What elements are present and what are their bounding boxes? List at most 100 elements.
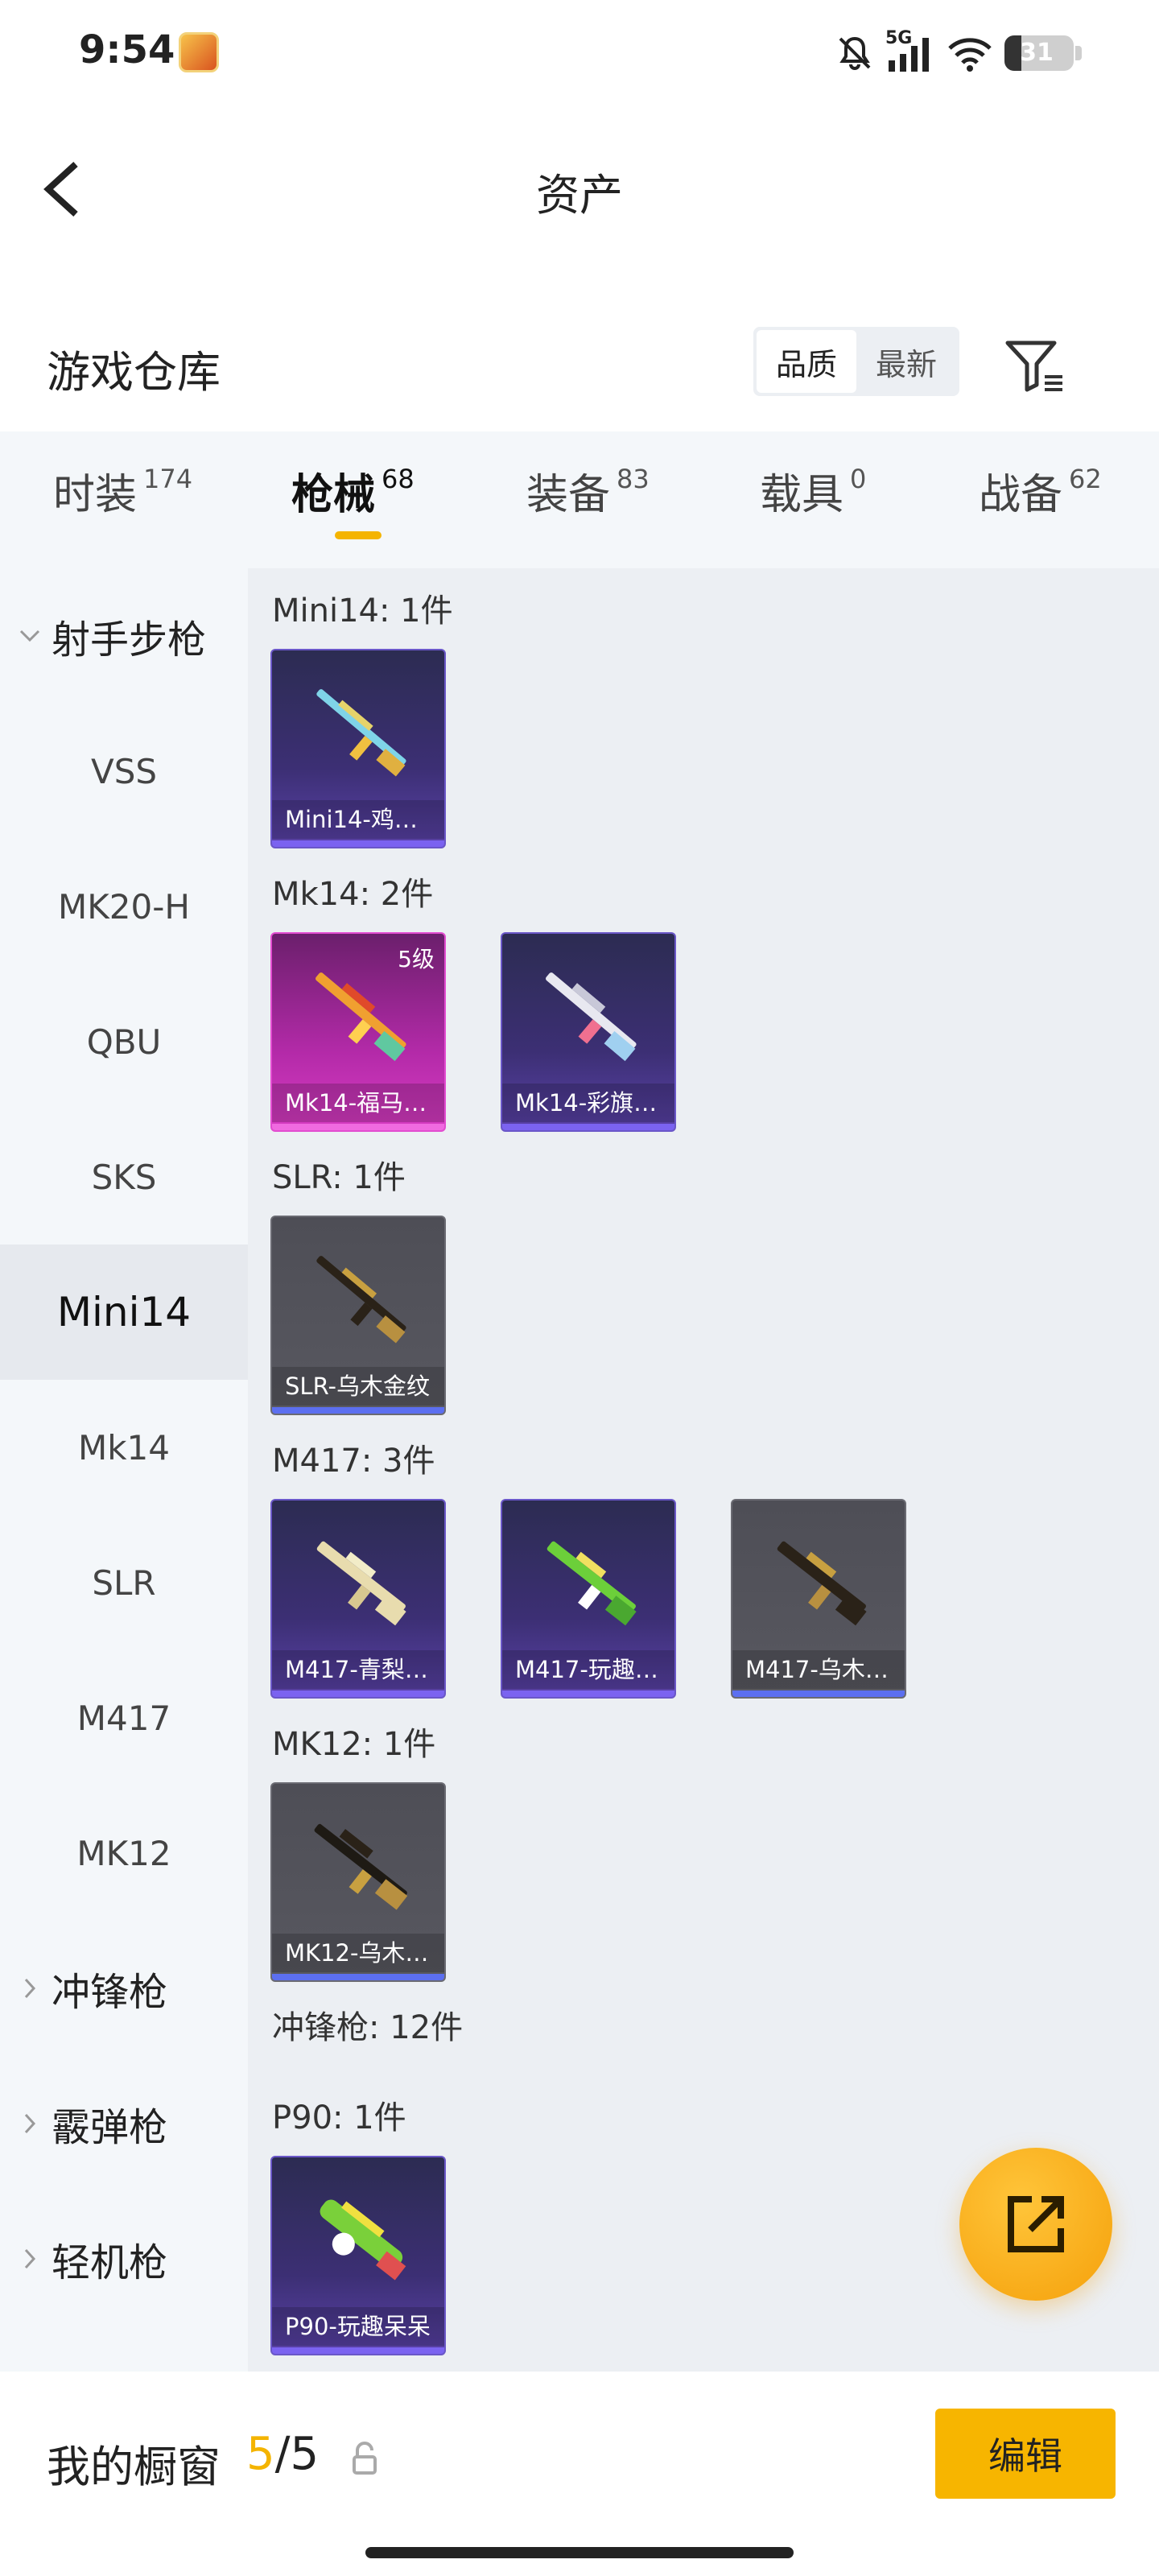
sidebar-item-qbu[interactable]: QBU	[0, 974, 248, 1109]
skin-card[interactable]: SLR-乌木金纹	[270, 1216, 446, 1415]
skin-card[interactable]: MK12-乌木…	[270, 1782, 446, 1982]
tab-label: 战备	[979, 471, 1063, 519]
chevron-right-icon	[18, 2247, 42, 2271]
battery-tip	[1075, 46, 1082, 60]
rifle-icon	[316, 972, 406, 1062]
rifle-icon	[316, 1541, 406, 1626]
tab-label: 枪械	[291, 471, 376, 519]
sidebar-item-slr[interactable]: SLR	[0, 1515, 248, 1650]
warehouse-header: 游戏仓库 品质 最新	[0, 314, 1159, 435]
tab-count: 68	[382, 464, 415, 494]
rifle-icon	[316, 689, 406, 777]
skin-card[interactable]: Mk14-彩旗…	[501, 932, 676, 1132]
rarity-bar	[272, 1690, 444, 1697]
sidebar-group-label: 轻机枪	[52, 2240, 168, 2285]
section-label-slr: SLR: 1件	[272, 1159, 406, 1196]
battery-level: 31	[1020, 39, 1054, 67]
filter-icon	[1005, 341, 1062, 392]
home-indicator[interactable]	[365, 2547, 794, 2558]
rifle-icon	[547, 1541, 637, 1626]
chevron-right-icon	[18, 2112, 42, 2136]
showcase-current: 5	[246, 2428, 275, 2480]
app-notification-icon	[179, 32, 219, 72]
edit-button[interactable]: 编辑	[935, 2409, 1116, 2499]
section-label-m417: M417: 3件	[272, 1443, 435, 1480]
sidebar-group-shotgun[interactable]: 霰弹枪	[0, 2056, 248, 2191]
skin-card[interactable]: 5级 Mk14-福马…	[270, 932, 446, 1132]
skin-name: M417-玩趣…	[502, 1650, 674, 1689]
tab-supplies[interactable]: 战备 62	[979, 460, 1102, 521]
skin-card[interactable]: M417-乌木…	[731, 1499, 906, 1699]
skin-name: Mini14-鸡智…	[272, 800, 444, 839]
skin-card[interactable]: P90-玩趣呆呆	[270, 2156, 446, 2355]
tab-count: 174	[143, 464, 193, 494]
sidebar-item-mini14[interactable]: Mini14	[0, 1245, 248, 1380]
showcase-bar: 我的橱窗 5 / 5 编辑	[0, 2372, 1159, 2576]
sort-toggle: 品质 最新	[753, 327, 959, 396]
sidebar-group-label: 射手步枪	[52, 617, 207, 663]
skin-name: SLR-乌木金纹	[272, 1367, 444, 1406]
signal-icon: 5G	[885, 28, 935, 73]
sidebar-group-lmg[interactable]: 轻机枪	[0, 2191, 248, 2326]
rarity-bar	[272, 1124, 444, 1130]
battery-icon: 31	[1004, 35, 1074, 71]
status-bar: 9:54 5G 31	[0, 0, 1159, 105]
weapon-list: Mini14: 1件 Mini14-鸡智… Mk14: 2件 5级 Mk14-福…	[248, 568, 1159, 2372]
sort-option-quality[interactable]: 品质	[757, 330, 856, 393]
share-fab[interactable]	[959, 2148, 1112, 2301]
sidebar-item-mk12[interactable]: MK12	[0, 1785, 248, 1921]
tab-equipment[interactable]: 装备 83	[526, 460, 650, 521]
skin-card[interactable]: Mini14-鸡智…	[270, 649, 446, 848]
skin-card[interactable]: M417-玩趣…	[501, 1499, 676, 1699]
tab-fashion[interactable]: 时装 174	[53, 460, 192, 521]
sidebar-item-mk14[interactable]: Mk14	[0, 1380, 248, 1515]
section-label-p90: P90: 1件	[272, 2099, 406, 2136]
skin-name: MK12-乌木…	[272, 1934, 444, 1972]
skin-name: Mk14-彩旗…	[502, 1084, 674, 1122]
section-label-mk12: MK12: 1件	[272, 1726, 436, 1763]
tab-label: 装备	[526, 471, 611, 519]
rifle-icon	[546, 972, 637, 1062]
sidebar-item-mk20h[interactable]: MK20-H	[0, 839, 248, 974]
skin-name: Mk14-福马…	[272, 1084, 444, 1122]
smg-icon	[320, 2199, 406, 2281]
share-external-icon	[1008, 2196, 1064, 2252]
rarity-bar	[272, 1407, 444, 1414]
sidebar-item-sks[interactable]: SKS	[0, 1109, 248, 1245]
skin-name: M417-青梨…	[272, 1650, 444, 1689]
sidebar-group-marksman[interactable]: 射手步枪	[0, 568, 248, 704]
status-time: 9:54	[79, 27, 175, 72]
active-tab-indicator	[335, 531, 382, 539]
mute-bell-icon	[839, 36, 871, 70]
skin-card[interactable]: M417-青梨…	[270, 1499, 446, 1699]
section-label-mk14: Mk14: 2件	[272, 876, 434, 913]
sidebar-group-label: 霰弹枪	[52, 2105, 168, 2150]
skin-name: M417-乌木…	[732, 1650, 905, 1689]
tab-vehicles[interactable]: 载具 0	[760, 460, 866, 521]
tab-count: 83	[617, 464, 650, 494]
section-label-smg: 冲锋枪: 12件	[272, 2009, 464, 2046]
weapon-sidebar: 射手步枪 VSS MK20-H QBU SKS Mini14 Mk14 SLR …	[0, 568, 248, 2372]
tab-count: 0	[850, 464, 867, 494]
showcase-count: 5 / 5	[246, 2428, 319, 2480]
rarity-bar	[272, 840, 444, 847]
lock-icon	[353, 2442, 377, 2475]
filter-button[interactable]	[1003, 335, 1067, 396]
tab-count: 62	[1069, 464, 1102, 494]
sidebar-item-m417[interactable]: M417	[0, 1650, 248, 1785]
sort-option-newest[interactable]: 最新	[856, 330, 956, 393]
rifle-icon	[314, 1823, 408, 1910]
rifle-icon	[316, 1256, 406, 1344]
tab-label: 载具	[760, 471, 844, 519]
tab-label: 时装	[53, 471, 138, 519]
sidebar-item-vss[interactable]: VSS	[0, 704, 248, 839]
sidebar-group-smg[interactable]: 冲锋枪	[0, 1921, 248, 2056]
showcase-label: 我的橱窗	[47, 2442, 221, 2492]
tab-guns[interactable]: 枪械 68	[291, 460, 415, 521]
sidebar-group-label: 冲锋枪	[52, 1970, 168, 2015]
rarity-bar	[272, 1974, 444, 1980]
warehouse-title: 游戏仓库	[47, 347, 221, 398]
rarity-bar	[502, 1690, 674, 1697]
rifle-icon	[777, 1541, 867, 1626]
wifi-icon	[948, 38, 992, 72]
